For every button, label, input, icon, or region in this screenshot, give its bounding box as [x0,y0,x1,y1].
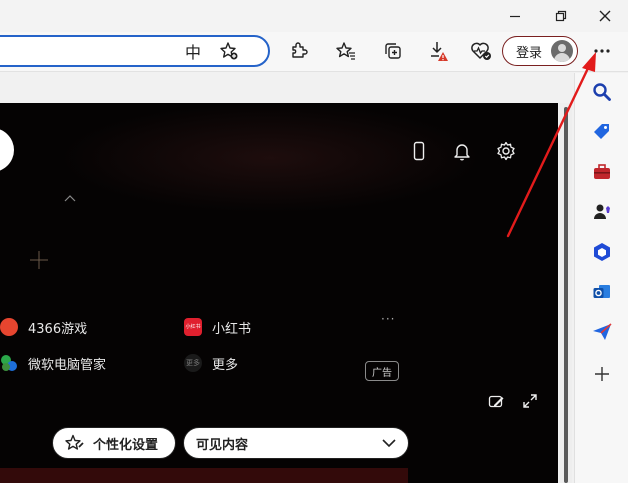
add-favorite-button[interactable] [214,36,244,66]
login-button[interactable]: 登录 [502,36,578,66]
collections-icon [385,43,401,59]
sidebar-shopping-button[interactable] [589,119,615,145]
sparkle-icon [30,251,48,269]
outlook-icon [593,285,610,298]
browser-essentials-button[interactable] [466,36,496,66]
reader-mode-button[interactable]: 中 [178,36,208,66]
tools-icon [594,164,610,179]
restore-icon [555,10,567,22]
restore-button[interactable] [538,0,584,32]
sidebar-add-button[interactable] [589,361,615,387]
fullscreen-button[interactable] [520,391,540,411]
edit-background-button[interactable] [486,391,506,411]
settings-more-icon [594,49,610,53]
sidebar-drop-button[interactable] [589,319,615,345]
sidebar-tools-button[interactable] [589,159,615,185]
quick-link-label: 4366游戏 [28,321,88,337]
quick-link-more[interactable]: 更多 更多 [184,352,238,374]
notifications-button[interactable] [450,139,474,163]
search-icon [593,83,611,101]
sidebar-search-button[interactable] [589,79,615,105]
quick-link-xiaohongshu[interactable]: 小红书 小红书 [184,316,251,338]
visible-content-label: 可见内容 [196,437,249,453]
quick-link-4366[interactable]: 4366游戏 [0,316,87,338]
ad-badge-label: 广告 [372,367,392,379]
scrollbar-thumb[interactable] [564,107,568,483]
chevron-down-icon [382,439,396,448]
drop-icon [593,323,612,340]
login-label: 登录 [516,45,543,61]
gear-icon [497,141,515,161]
ad-badge[interactable]: 广告 [365,361,399,381]
settings-more-button[interactable] [587,36,617,66]
games-icon [594,204,610,219]
favorites-icon [336,42,355,60]
microsoft-365-icon [594,243,610,261]
minimize-button[interactable] [492,0,538,32]
add-icon [595,367,609,381]
quick-link-label: 更多 [212,357,239,373]
minimize-icon [510,15,520,18]
tile-xhs-icon: 小红书 [184,318,202,336]
downloads-button[interactable] [424,36,454,66]
reader-mode-icon: 中 [184,43,201,62]
tile-pcmgr-icon [0,354,18,372]
close-icon [599,10,611,22]
tile-4366-icon [0,318,18,336]
chevron-up-icon [64,195,76,202]
sidebar-games-button[interactable] [589,199,615,225]
collapse-caret-button[interactable] [64,187,76,206]
personalize-button[interactable]: 个性化设置 [52,427,176,459]
title-bar [0,0,628,32]
bell-icon [454,144,470,161]
avatar [551,40,573,62]
collections-button[interactable] [378,36,408,66]
personalize-icon [65,434,84,450]
add-favorite-icon [220,42,238,60]
browser-toolbar: 中 登录 [0,32,628,72]
browser-essentials-icon [471,42,491,60]
visible-content-dropdown[interactable]: 可见内容 [183,427,409,459]
quick-links-more-button[interactable]: ··· [381,312,395,326]
feed-banner [0,468,408,483]
mobile-icon [413,141,425,161]
sidebar-microsoft365-button[interactable] [589,239,615,265]
sidebar-outlook-button[interactable] [589,279,615,305]
expand-icon [523,394,537,408]
page-scrollbar[interactable] [559,103,572,483]
favorites-button[interactable] [331,36,361,66]
shopping-tag-icon [594,124,609,139]
search-logo [0,128,14,172]
close-window-button[interactable] [582,0,628,32]
sparkle-decoration [30,251,48,273]
right-sidebar [574,73,628,483]
extensions-icon [292,42,308,58]
extensions-button[interactable] [283,36,313,66]
address-bar[interactable]: 中 [0,35,270,67]
quick-link-label: 小红书 [212,321,252,337]
tile-more-icon: 更多 [184,354,202,372]
quick-link-label: 微软电脑管家 [28,357,107,373]
downloads-icon [431,42,448,61]
new-tab-background: 4366游戏 小红书 小红书 微软电脑管家 更多 更多 ··· 广告 [0,103,558,483]
mobile-button[interactable] [410,139,428,163]
page-content: 4366游戏 小红书 小红书 微软电脑管家 更多 更多 ··· 广告 [0,73,572,483]
page-settings-button[interactable] [494,139,518,163]
quick-link-pc-manager[interactable]: 微软电脑管家 [0,352,106,374]
edit-image-icon [488,395,504,408]
personalize-label: 个性化设置 [93,437,159,453]
